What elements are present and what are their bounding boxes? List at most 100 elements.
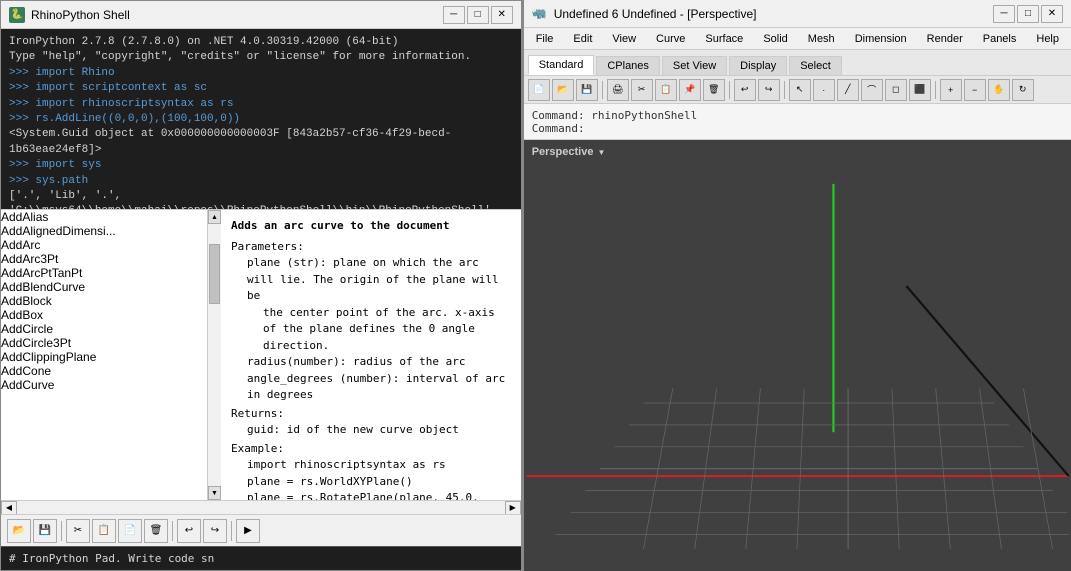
tool-redo[interactable]: ↪ [758,79,780,101]
paste-button[interactable]: 📄 [118,519,142,543]
maximize-button[interactable]: □ [467,6,489,24]
list-scroll-up-button[interactable]: ▲ [208,210,221,224]
shell-toolbar: 📂 💾 ✂ 📋 📄 🗑 ↩ ↪ ▶ [1,514,521,546]
rhino-close-button[interactable]: ✕ [1041,5,1063,23]
menu-curve[interactable]: Curve [652,32,689,46]
rhino-minimize-button[interactable]: ─ [993,5,1015,23]
tab-cplanes[interactable]: CPlanes [596,56,660,75]
redo-button[interactable]: ↪ [203,519,227,543]
tab-display[interactable]: Display [729,56,787,75]
undo-button[interactable]: ↩ [177,519,201,543]
shell-output: IronPython 2.7.8 (2.7.8.0) on .NET 4.0.3… [1,29,521,209]
ac-item-addaligneddimension[interactable]: AddAlignedDimensi... [1,224,207,238]
menu-panels[interactable]: Panels [979,32,1021,46]
ac-item-addcurve[interactable]: AddCurve [1,378,207,392]
shell-icon: 🐍 [9,7,25,23]
scroll-left-button[interactable]: ◀ [1,501,17,515]
tool-line[interactable]: ╱ [837,79,859,101]
shell-window-controls: ─ □ ✕ [443,6,513,24]
ac-item-addclippingplane[interactable]: AddClippingPlane [1,350,207,364]
toolbar-sep-3 [231,521,232,541]
close-button[interactable]: ✕ [491,6,513,24]
ac-item-addcone[interactable]: AddCone [1,364,207,378]
tab-select[interactable]: Select [789,56,842,75]
ac-item-addblendcurve[interactable]: AddBlendCurve [1,280,207,294]
tool-select[interactable]: ↖ [789,79,811,101]
tool-pan[interactable]: ✋ [988,79,1010,101]
doc-param-1-cont2: direction. [231,338,511,355]
rhino-toolbar: 📄 📂 💾 🖨 ✂ 📋 📌 🗑 ↩ ↪ ↖ · ╱ ⌒ ◻ ⬛ + − ✋ ↻ [524,76,1071,104]
tool-surface[interactable]: ◻ [885,79,907,101]
menu-view[interactable]: View [608,32,640,46]
tab-standard[interactable]: Standard [528,55,595,75]
ac-item-addcircle[interactable]: AddCircle [1,322,207,336]
ac-item-addblock[interactable]: AddBlock [1,294,207,308]
rhino-viewport[interactable]: Perspective ▼ [524,140,1071,571]
tool-save[interactable]: 💾 [576,79,598,101]
list-scroll-down-button[interactable]: ▼ [208,486,221,500]
minimize-button[interactable]: ─ [443,6,465,24]
tool-undo[interactable]: ↩ [734,79,756,101]
command-line-1: Command: rhinoPythonShell [532,109,1063,122]
doc-param-1: plane (str): plane on which the arc will… [231,255,511,305]
delete-button[interactable]: 🗑 [144,519,168,543]
tool-zoom-out[interactable]: − [964,79,986,101]
tool-solid[interactable]: ⬛ [909,79,931,101]
ac-item-addarcpttanpt[interactable]: AddArcPtTanPt [1,266,207,280]
menu-surface[interactable]: Surface [701,32,747,46]
menu-edit[interactable]: Edit [569,32,596,46]
output-line-10: ['.', 'Lib', '.', 'C:\\msys64\\home\\mah… [9,189,513,209]
autocomplete-list[interactable]: AddAlias AddAlignedDimensi... AddArc Add… [1,210,207,500]
ac-item-addarc3pt[interactable]: AddArc3Pt [1,252,207,266]
ac-item-addarc[interactable]: AddArc [1,238,207,252]
menu-solid[interactable]: Solid [759,32,791,46]
shell-horizontal-scrollbar[interactable]: ◀ ▶ [1,500,521,514]
doc-example-header: Example: [231,441,511,458]
tool-paste[interactable]: 📌 [679,79,701,101]
tool-zoom-in[interactable]: + [940,79,962,101]
tool-curve[interactable]: ⌒ [861,79,883,101]
ac-item-addbox[interactable]: AddBox [1,308,207,322]
tool-new[interactable]: 📄 [528,79,550,101]
menu-help[interactable]: Help [1032,32,1063,46]
cut-button[interactable]: ✂ [66,519,90,543]
doc-returns: guid: id of the new curve object [231,422,511,439]
viewport-dropdown-arrow[interactable]: ▼ [597,148,605,157]
ac-item-addalias[interactable]: AddAlias [1,210,207,224]
save-button[interactable]: 💾 [33,519,57,543]
output-line-4: >>> import scriptcontext as sc [9,81,513,96]
command-line-2[interactable]: Command: [532,122,1063,135]
tool-sep-2 [729,81,730,99]
open-button[interactable]: 📂 [7,519,31,543]
tool-delete[interactable]: 🗑 [703,79,725,101]
rhino-title: Undefined 6 Undefined - [Perspective] [554,7,757,21]
perspective-label: Perspective [532,146,594,158]
menu-mesh[interactable]: Mesh [804,32,839,46]
rhino-command-bar: Command: rhinoPythonShell Command: [524,104,1071,140]
tool-point[interactable]: · [813,79,835,101]
doc-param-1-cont: the center point of the arc. x-axis of t… [231,305,511,338]
tool-open[interactable]: 📂 [552,79,574,101]
scroll-right-button[interactable]: ▶ [505,501,521,515]
menu-file[interactable]: File [532,32,558,46]
tab-setview[interactable]: Set View [662,56,727,75]
output-line-8: >>> import sys [9,158,513,173]
shell-input-bar[interactable]: # IronPython Pad. Write code sn [1,546,521,570]
list-scrollbar[interactable]: ▲ ▼ [207,210,221,500]
tool-sep-1 [602,81,603,99]
ac-item-addcircle3pt[interactable]: AddCircle3Pt [1,336,207,350]
doc-params-header: Parameters: [231,239,511,256]
tool-copy[interactable]: 📋 [655,79,677,101]
tool-cut[interactable]: ✂ [631,79,653,101]
rhino-maximize-button[interactable]: □ [1017,5,1039,23]
menu-render[interactable]: Render [923,32,967,46]
toolbar-sep-2 [172,521,173,541]
run-button[interactable]: ▶ [236,519,260,543]
output-line-9: >>> sys.path [9,174,513,189]
autocomplete-list-container: AddAlias AddAlignedDimensi... AddArc Add… [1,210,221,500]
tool-print[interactable]: 🖨 [607,79,629,101]
copy-button[interactable]: 📋 [92,519,116,543]
shell-title: RhinoPython Shell [31,8,130,22]
menu-dimension[interactable]: Dimension [851,32,911,46]
tool-rotate[interactable]: ↻ [1012,79,1034,101]
